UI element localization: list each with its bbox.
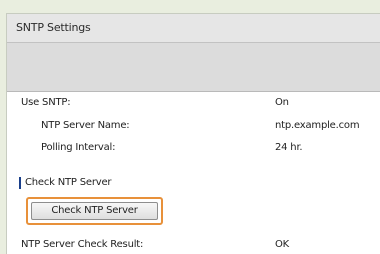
panel-title: SNTP Settings — [16, 21, 91, 34]
check-ntp-section-label: Check NTP Server — [19, 177, 112, 189]
check-ntp-button-focus-ring: Check NTP Server — [26, 197, 163, 225]
ntp-server-name-value: ntp.example.com — [275, 120, 360, 131]
sntp-settings-panel: SNTP Settings Use SNTP: On NTP Server Na… — [6, 13, 380, 254]
check-ntp-server-button[interactable]: Check NTP Server — [31, 202, 158, 220]
use-sntp-value: On — [275, 97, 289, 108]
header-band — [7, 43, 380, 92]
ntp-check-result-label: NTP Server Check Result: — [21, 239, 144, 250]
ntp-check-result-value: OK — [275, 239, 290, 250]
polling-interval-label: Polling Interval: — [41, 142, 116, 153]
panel-titlebar: SNTP Settings — [7, 14, 380, 43]
ntp-server-name-label: NTP Server Name: — [41, 120, 130, 131]
polling-interval-value: 24 hr. — [275, 142, 303, 153]
use-sntp-label: Use SNTP: — [21, 97, 71, 108]
